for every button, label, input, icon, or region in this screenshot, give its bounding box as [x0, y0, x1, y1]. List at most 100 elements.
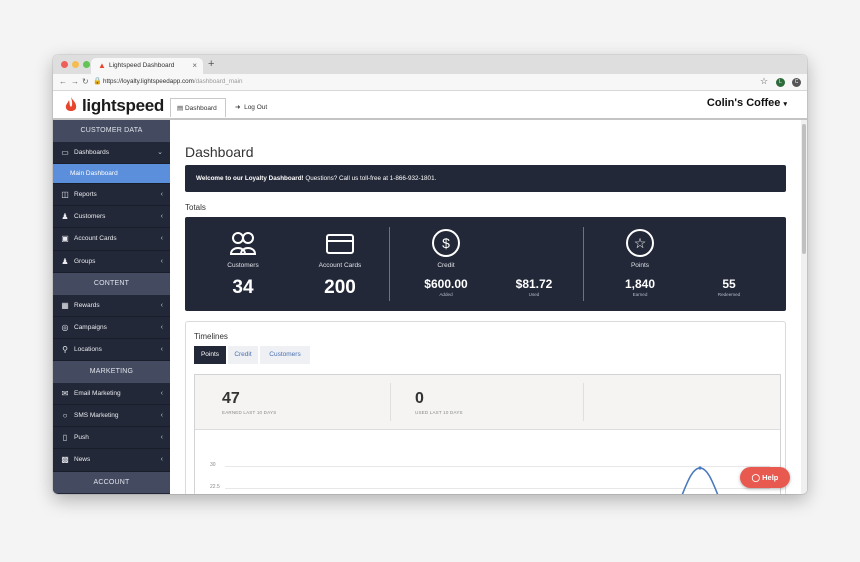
main-content: Dashboard Welcome to our Loyalty Dashboa… — [170, 120, 801, 494]
dashboard-icon: ▤ — [177, 105, 184, 112]
sidebar-item-campaigns[interactable]: ◎ Campaigns ‹ — [53, 317, 170, 339]
sidebar-item-rewards[interactable]: ▦ Rewards ‹ — [53, 295, 170, 317]
star-icon: ☆ — [626, 229, 654, 257]
sidebar-item-locations[interactable]: ⚲ Locations ‹ — [53, 339, 170, 362]
chevron-left-icon: ‹ — [160, 456, 163, 464]
logout-icon: ➜ — [235, 104, 241, 111]
extension-icon[interactable]: L — [776, 78, 785, 87]
sidebar-item-email-marketing[interactable]: ✉ Email Marketing ‹ — [53, 383, 170, 406]
tab-customers[interactable]: Customers — [260, 346, 310, 364]
tab-logout[interactable]: ➜ Log Out — [235, 98, 267, 117]
browser-tab-title: Lightspeed Dashboard — [109, 62, 175, 69]
chevron-down-icon: ⌄ — [157, 148, 163, 156]
tab-points[interactable]: Points — [194, 346, 226, 364]
gift-icon: ▦ — [61, 300, 69, 310]
credit-label: Credit — [437, 262, 455, 269]
bookmark-star-icon[interactable]: ☆ — [760, 76, 768, 87]
chat-bubble-icon: ○ — [62, 411, 68, 421]
chevron-left-icon: ‹ — [160, 235, 163, 243]
points-redeemed-label: Redeemed — [717, 292, 741, 297]
totals-heading: Totals — [185, 203, 206, 212]
data-point[interactable] — [698, 466, 702, 470]
sidebar-item-label: Main Dashboard — [70, 169, 118, 177]
sidebar-item-main-dashboard[interactable]: Main Dashboard — [53, 163, 170, 184]
sidebar-section-account: ACCOUNT — [53, 471, 170, 494]
logo-text: lightspeed — [82, 96, 165, 115]
sidebar-item-push[interactable]: ▯ Push ‹ — [53, 427, 170, 450]
app-header: lightspeed ▤ Dashboard ➜ Log Out Colin's… — [53, 91, 807, 120]
profile-icon[interactable]: C — [792, 78, 801, 87]
sidebar-item-label: Campaigns — [74, 323, 107, 331]
chevron-left-icon: ‹ — [160, 301, 163, 309]
monitor-icon: ▭ — [61, 147, 69, 157]
maximize-window-icon[interactable] — [83, 61, 90, 68]
sidebar-item-account-cards[interactable]: ▣ Account Cards ‹ — [53, 228, 170, 251]
credit-used-value: $81.72 — [515, 277, 553, 291]
page-title: Dashboard — [185, 144, 254, 160]
sidebar-item-label: SMS Marketing — [74, 412, 119, 420]
chevron-left-icon: ‹ — [160, 190, 163, 198]
sidebar-item-sms-marketing[interactable]: ○ SMS Marketing ‹ — [53, 405, 170, 428]
sidebar-item-reports[interactable]: ◫ Reports ‹ — [53, 184, 170, 207]
sidebar-section-customer-data: CUSTOMER DATA — [53, 120, 170, 142]
flame-logo-icon — [65, 97, 77, 111]
divider — [583, 227, 584, 301]
customers-value: 34 — [232, 277, 254, 298]
scrollbar[interactable] — [801, 120, 807, 494]
credit-added-value: $600.00 — [424, 277, 468, 291]
reload-icon[interactable]: ↻ — [82, 77, 89, 86]
kpi-earned: 47 EARNED LAST 10 DAYS — [222, 390, 276, 415]
timelines-panel: Timelines Points Credit Customers 47 EAR… — [185, 321, 786, 494]
browser-tab[interactable]: ▲ Lightspeed Dashboard × — [91, 58, 203, 74]
url-field[interactable]: https://loyalty.lightspeedapp.com/dashbo… — [103, 78, 243, 85]
sidebar-section-marketing: MARKETING — [53, 361, 170, 383]
store-name: Colin's Coffee — [706, 97, 781, 109]
chevron-left-icon: ‹ — [160, 412, 163, 420]
tab-dashboard[interactable]: ▤ Dashboard — [170, 98, 226, 117]
scrollbar-thumb[interactable] — [802, 124, 806, 254]
close-window-icon[interactable] — [61, 61, 68, 68]
kpi-earned-label: EARNED LAST 10 DAYS — [222, 410, 277, 415]
totals-panel: Customers 34 Account Cards 200 $ Credit … — [185, 217, 786, 311]
kpi-used-value: 0 — [415, 390, 424, 407]
new-tab-icon[interactable]: + — [208, 58, 214, 70]
tab-credit[interactable]: Credit — [228, 346, 258, 364]
chevron-left-icon: ‹ — [160, 345, 163, 353]
close-tab-icon[interactable]: × — [192, 61, 197, 70]
back-icon[interactable]: ← — [59, 77, 67, 86]
sidebar-item-label: Rewards — [74, 301, 100, 309]
group-icon: ♟ — [61, 256, 69, 266]
card-icon: ▣ — [61, 234, 69, 244]
sidebar: CUSTOMER DATA ▭ Dashboards ⌄ Main Dashboar… — [53, 120, 170, 494]
lightspeed-logo[interactable]: lightspeed — [65, 96, 164, 116]
welcome-bold: Welcome to our Loyalty Dashboard! — [196, 175, 304, 182]
account-cards-value: 200 — [324, 277, 356, 298]
users-icon — [230, 232, 256, 255]
minimize-window-icon[interactable] — [72, 61, 79, 68]
points-label: Points — [630, 262, 650, 269]
kpi-bar: 47 EARNED LAST 10 DAYS 0 USED LAST 10 DA… — [195, 375, 780, 430]
sidebar-item-dashboards[interactable]: ▭ Dashboards ⌄ — [53, 142, 170, 164]
sidebar-item-label: Customers — [74, 213, 106, 221]
sidebar-item-groups[interactable]: ♟ Groups ‹ — [53, 251, 170, 273]
chevron-left-icon: ‹ — [160, 389, 163, 397]
phone-icon: ▯ — [62, 433, 68, 443]
help-button[interactable]: ◯ Help — [740, 467, 790, 488]
url-host: https://loyalty.lightspeedapp.com — [103, 78, 194, 85]
lightspeed-favicon-icon: ▲ — [98, 61, 106, 70]
dollar-icon: $ — [432, 229, 460, 257]
url-path: /dashboard_main — [193, 78, 243, 85]
kpi-earned-value: 47 — [222, 390, 240, 407]
kpi-used: 0 USED LAST 10 DAYS — [415, 390, 463, 415]
sidebar-item-label: Reports — [74, 190, 97, 198]
tab-logout-label: Log Out — [244, 104, 268, 111]
caret-down-icon: ▾ — [783, 101, 787, 108]
browser-window: ▲ Lightspeed Dashboard × + ← → ↻ 🔒 https… — [53, 55, 807, 494]
store-selector[interactable]: Colin's Coffee ▾ — [707, 97, 787, 109]
credit-added-label: Added — [439, 292, 453, 297]
points-redeemed-value: 55 — [722, 277, 736, 291]
sidebar-item-customers[interactable]: ♟ Customers ‹ — [53, 206, 170, 229]
chevron-left-icon: ‹ — [160, 323, 163, 331]
sidebar-item-news[interactable]: ▩ News ‹ — [53, 449, 170, 472]
forward-icon[interactable]: → — [71, 77, 79, 86]
